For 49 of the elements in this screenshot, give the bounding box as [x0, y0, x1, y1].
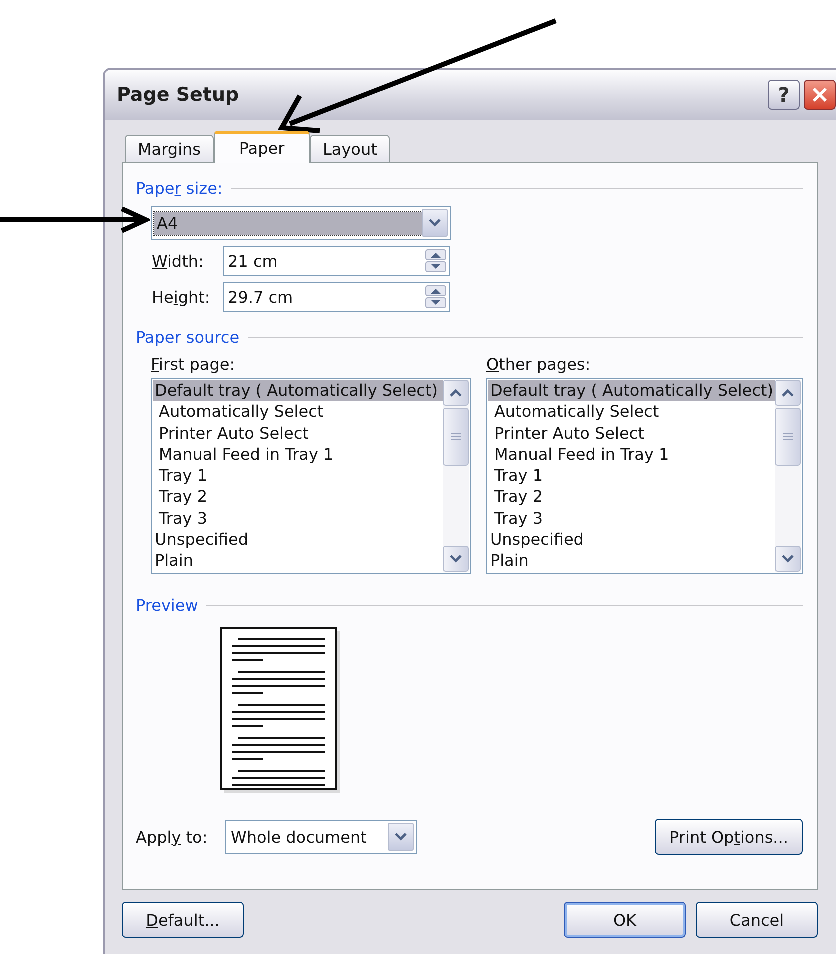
scrollbar[interactable]	[775, 380, 801, 572]
close-button[interactable]	[804, 80, 836, 110]
apply-to-dropdown[interactable]: Whole document	[225, 820, 417, 854]
dialog-button[interactable]: Cancel	[696, 902, 818, 938]
spin-buttons-icon[interactable]	[425, 249, 447, 273]
field-label: Width:	[152, 252, 205, 270]
list-item[interactable]: Tray 3	[153, 508, 444, 530]
list-item[interactable]: Manual Feed in Tray 1	[153, 444, 444, 466]
list-item[interactable]: Printer Auto Select	[488, 422, 775, 444]
list-item[interactable]: Tray 3	[488, 508, 775, 530]
spin-buttons-icon[interactable]	[425, 285, 447, 309]
list-item[interactable]: Automatically Select	[153, 401, 444, 423]
grip-icon	[783, 433, 793, 441]
scrollbar[interactable]	[443, 380, 470, 572]
grip-icon	[451, 433, 462, 441]
print-options-button[interactable]: Print Options...	[655, 819, 803, 855]
field-label: Apply to:	[136, 828, 209, 846]
section-heading: Preview	[136, 596, 198, 615]
tab[interactable]: Paper	[214, 131, 310, 163]
tab[interactable]: Margins	[125, 135, 214, 162]
list-item[interactable]: Tray 1	[488, 465, 775, 486]
paper-size-dropdown[interactable]: A4	[151, 206, 451, 240]
list-item[interactable]: Default tray ( Automatically Select)	[153, 380, 444, 402]
list-item[interactable]: Plain	[153, 550, 444, 572]
dialog-button[interactable]: OK	[564, 902, 686, 938]
help-button[interactable]: ?	[768, 80, 800, 110]
list-item[interactable]: Default tray ( Automatically Select)	[488, 380, 775, 402]
list-item[interactable]: Tray 2	[153, 486, 444, 508]
spin-field[interactable]: 29.7 cm	[223, 282, 450, 312]
spin-field[interactable]: 21 cm	[223, 246, 450, 276]
tray-listbox[interactable]: Default tray ( Automatically Select) Automatically Select Printer Auto Select Manual Feed in Tray 1 Tray 1 Tray 2 Tray 3 Unspecified Plain	[486, 378, 803, 574]
list-item[interactable]: Unspecified	[488, 529, 775, 550]
list-label: First page:	[151, 355, 236, 374]
list-label: Other pages:	[486, 355, 592, 374]
section-heading: Paper size:	[136, 179, 223, 198]
list-item[interactable]: Plain	[488, 550, 775, 572]
section-heading: Paper source	[136, 328, 240, 347]
close-icon	[811, 86, 829, 104]
list-item[interactable]: Manual Feed in Tray 1	[488, 444, 775, 466]
list-item[interactable]: Printer Auto Select	[153, 422, 444, 444]
list-item[interactable]: Automatically Select	[488, 401, 775, 423]
tray-listbox[interactable]: Default tray ( Automatically Select) Automatically Select Printer Auto Select Manual Feed in Tray 1 Tray 1 Tray 2 Tray 3 Unspecified Plain	[151, 378, 472, 574]
list-item[interactable]: Tray 2	[488, 486, 775, 508]
dialog-button[interactable]: Default...	[122, 902, 244, 938]
list-item[interactable]: Tray 1	[153, 465, 444, 486]
tab[interactable]: Layout	[310, 135, 390, 162]
window-title: Page Setup	[117, 84, 240, 106]
field-label: Height:	[152, 288, 212, 306]
list-item[interactable]: Unspecified	[153, 529, 444, 550]
